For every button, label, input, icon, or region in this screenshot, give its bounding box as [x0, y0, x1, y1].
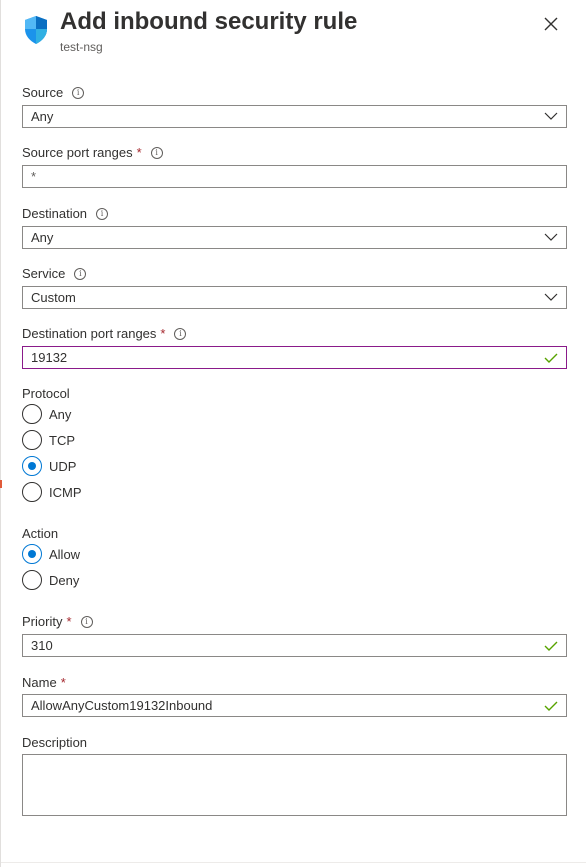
protocol-option-tcp[interactable]: TCP — [22, 430, 75, 450]
edge-marker — [0, 480, 2, 488]
info-icon[interactable]: i — [96, 207, 109, 220]
radio-label: Allow — [49, 546, 81, 562]
destination-port-ranges-value: 19132 — [31, 350, 68, 365]
chevron-down-icon — [544, 112, 558, 120]
close-icon[interactable] — [541, 14, 561, 34]
action-option-allow[interactable]: Allow — [22, 544, 80, 564]
info-icon[interactable]: i — [74, 267, 87, 280]
source-port-ranges-label-text: Source port ranges — [22, 145, 133, 160]
required-marker: * — [136, 145, 142, 160]
service-label-text: Service — [22, 266, 66, 281]
protocol-option-udp[interactable]: UDP — [22, 456, 76, 476]
source-port-ranges-value: * — [31, 169, 37, 184]
destination-value: Any — [31, 230, 54, 245]
destination-label: Destination i — [22, 206, 109, 221]
source-label: Source i — [22, 85, 85, 100]
priority-label: Priority * i — [22, 614, 93, 629]
name-input[interactable]: AllowAnyCustom19132Inbound — [22, 694, 567, 717]
radio-button[interactable] — [22, 430, 42, 450]
source-dropdown[interactable]: Any — [22, 105, 567, 128]
required-marker: * — [160, 326, 166, 341]
info-icon[interactable]: i — [150, 146, 163, 159]
chevron-down-icon — [544, 233, 558, 241]
service-label: Service i — [22, 266, 87, 281]
required-marker: * — [60, 675, 66, 690]
name-label: Name * — [22, 675, 66, 690]
source-port-ranges-label: Source port ranges * i — [22, 145, 163, 160]
protocol-option-icmp[interactable]: ICMP — [22, 482, 82, 502]
panel-subtitle: test-nsg — [60, 40, 103, 54]
description-textarea[interactable] — [22, 754, 567, 816]
protocol-option-any[interactable]: Any — [22, 404, 71, 424]
chevron-down-icon — [544, 293, 558, 301]
source-label-text: Source — [22, 85, 64, 100]
add-inbound-rule-panel: Add inbound security rule test-nsg Sourc… — [0, 0, 586, 867]
radio-label: ICMP — [49, 484, 82, 500]
checkmark-icon — [544, 701, 558, 711]
destination-dropdown[interactable]: Any — [22, 226, 567, 249]
destination-port-ranges-label-text: Destination port ranges — [22, 326, 157, 341]
checkmark-icon — [544, 353, 558, 363]
destination-label-text: Destination — [22, 206, 88, 221]
checkmark-icon — [544, 641, 558, 651]
destination-port-ranges-label: Destination port ranges * i — [22, 326, 187, 341]
radio-button[interactable] — [22, 482, 42, 502]
radio-button[interactable] — [22, 570, 42, 590]
required-marker: * — [66, 614, 72, 629]
priority-input[interactable]: 310 — [22, 634, 567, 657]
radio-label: TCP — [49, 432, 75, 448]
priority-label-text: Priority — [22, 614, 63, 629]
radio-label: Any — [49, 406, 72, 422]
source-port-ranges-input[interactable]: * — [22, 165, 567, 188]
panel-title: Add inbound security rule — [60, 8, 358, 35]
shield-icon — [25, 16, 47, 44]
radio-label: Deny — [49, 572, 80, 588]
radio-label: UDP — [49, 458, 77, 474]
name-value: AllowAnyCustom19132Inbound — [31, 698, 213, 713]
action-option-deny[interactable]: Deny — [22, 570, 79, 590]
info-icon[interactable]: i — [80, 615, 93, 628]
description-label-text: Description — [22, 735, 88, 750]
protocol-label-text: Protocol — [22, 386, 70, 401]
radio-button-selected[interactable] — [22, 456, 42, 476]
name-label-text: Name — [22, 675, 57, 690]
protocol-label: Protocol — [22, 386, 70, 401]
destination-port-ranges-input[interactable]: 19132 — [22, 346, 567, 369]
action-label-text: Action — [22, 526, 59, 541]
service-value: Custom — [31, 290, 76, 305]
action-label: Action — [22, 526, 58, 541]
priority-value: 310 — [31, 638, 53, 653]
info-icon[interactable]: i — [72, 86, 85, 99]
radio-button-selected[interactable] — [22, 544, 42, 564]
source-value: Any — [31, 109, 54, 124]
footer-divider — [1, 862, 586, 863]
service-dropdown[interactable]: Custom — [22, 286, 567, 309]
radio-button[interactable] — [22, 404, 42, 424]
info-icon[interactable]: i — [174, 327, 187, 340]
description-label: Description — [22, 735, 87, 750]
